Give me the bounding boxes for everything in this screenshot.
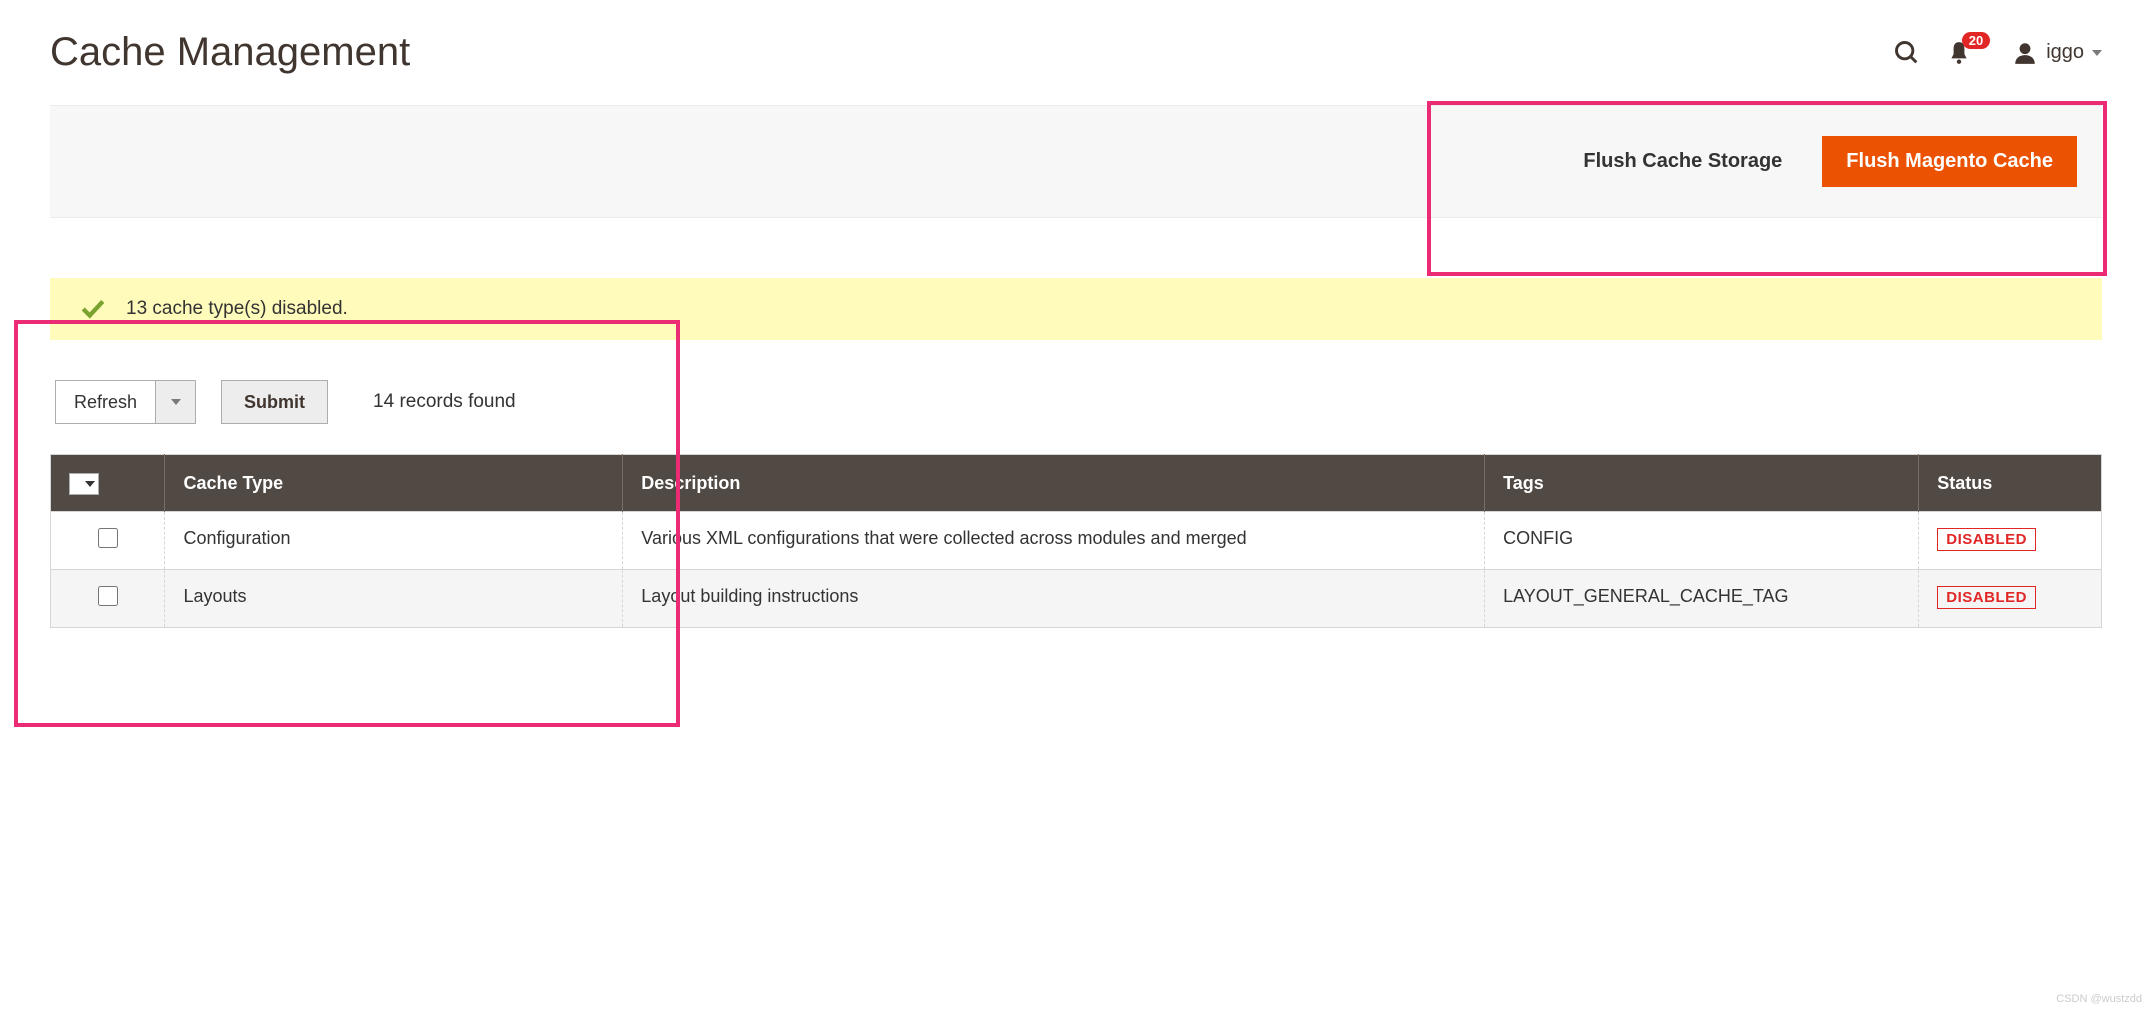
header-tags: Tags [1485,455,1919,512]
select-all-header[interactable] [51,455,165,512]
flush-cache-storage-button[interactable]: Flush Cache Storage [1563,136,1802,187]
cell-tags: CONFIG [1485,512,1919,570]
header-status: Status [1919,455,2102,512]
table-row: Configuration Various XML configurations… [51,512,2102,570]
message-text: 13 cache type(s) disabled. [126,298,348,320]
chevron-down-icon [171,399,181,405]
cell-status: DISABLED [1919,512,2102,570]
grid-controls: Refresh Submit 14 records found [50,380,2102,424]
header-cache-type: Cache Type [165,455,623,512]
watermark: CSDN @wustzdd [2056,993,2142,1005]
cell-cache-type: Layouts [165,570,623,628]
cell-cache-type: Configuration [165,512,623,570]
row-checkbox[interactable] [98,528,118,548]
records-found-label: 14 records found [373,391,516,413]
cache-table: Cache Type Description Tags Status Confi… [50,454,2102,628]
cell-description: Various XML configurations that were col… [623,512,1485,570]
page-header: Cache Management 20 iggo [50,20,2102,75]
chevron-down-icon [85,481,95,487]
cell-tags: LAYOUT_GENERAL_CACHE_TAG [1485,570,1919,628]
mass-action-toggle[interactable] [155,381,195,423]
header-actions: 20 iggo [1893,39,2102,67]
row-checkbox[interactable] [98,586,118,606]
success-message: 13 cache type(s) disabled. [50,278,2102,340]
notifications-icon[interactable]: 20 [1946,40,1972,66]
chevron-down-icon [2092,50,2102,56]
notifications-badge: 20 [1962,32,1990,49]
mass-action-select[interactable]: Refresh [55,380,196,424]
status-badge: DISABLED [1937,586,2036,609]
action-bar: Flush Cache Storage Flush Magento Cache [50,105,2102,218]
status-badge: DISABLED [1937,528,2036,551]
check-icon [80,296,106,322]
user-menu[interactable]: iggo [2012,40,2102,66]
username-label: iggo [2046,41,2084,64]
page-title: Cache Management [50,30,410,75]
cell-description: Layout building instructions [623,570,1485,628]
submit-button[interactable]: Submit [221,380,328,424]
search-icon[interactable] [1893,39,1921,67]
cell-status: DISABLED [1919,570,2102,628]
header-description: Description [623,455,1485,512]
table-row: Layouts Layout building instructions LAY… [51,570,2102,628]
table-header-row: Cache Type Description Tags Status [51,455,2102,512]
flush-magento-cache-button[interactable]: Flush Magento Cache [1822,136,2077,187]
mass-action-value: Refresh [56,381,155,423]
